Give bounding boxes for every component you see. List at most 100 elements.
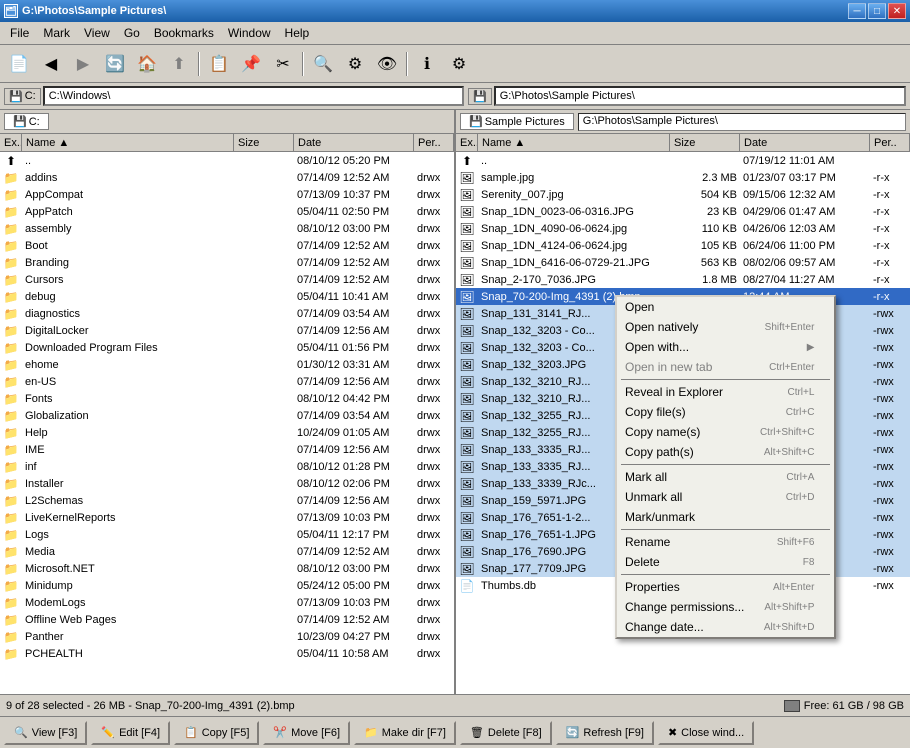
left-file-row[interactable]: 📁 Downloaded Program Files 05/04/11 01:5… xyxy=(0,339,454,356)
right-drive-label[interactable]: 💾 xyxy=(468,88,492,105)
right-file-row[interactable]: 🖼 Snap_1DN_6416-06-0729-21.JPG 563 KB 08… xyxy=(456,254,910,271)
context-menu-item-mark-unmark[interactable]: Mark/unmark xyxy=(617,507,834,527)
left-file-row[interactable]: 📁 Fonts 08/10/12 04:42 PM drwx xyxy=(0,390,454,407)
left-file-row[interactable]: 📁 Boot 07/14/09 12:52 AM drwx xyxy=(0,237,454,254)
left-file-row[interactable]: 📁 DigitalLocker 07/14/09 12:56 AM drwx xyxy=(0,322,454,339)
right-file-row[interactable]: 🖼 Serenity_007.jpg 504 KB 09/15/06 12:32… xyxy=(456,186,910,203)
bottom-btn-copy--f5-[interactable]: 📋Copy [F5] xyxy=(174,721,259,745)
left-file-row[interactable]: 📁 IME 07/14/09 12:56 AM drwx xyxy=(0,441,454,458)
right-header-ex[interactable]: Ex.. xyxy=(456,134,478,151)
left-file-row[interactable]: 📁 Help 10/24/09 01:05 AM drwx xyxy=(0,424,454,441)
toolbar-copy-button[interactable]: 📋 xyxy=(204,50,234,78)
left-file-row[interactable]: 📁 debug 05/04/11 10:41 AM drwx xyxy=(0,288,454,305)
menu-item-help[interactable]: Help xyxy=(279,24,316,42)
toolbar-cut-button[interactable]: ✂ xyxy=(268,50,298,78)
menu-item-file[interactable]: File xyxy=(4,24,35,42)
left-file-row[interactable]: 📁 Media 07/14/09 12:52 AM drwx xyxy=(0,543,454,560)
left-file-row[interactable]: 📁 Branding 07/14/09 12:52 AM drwx xyxy=(0,254,454,271)
left-file-row[interactable]: 📁 AppCompat 07/13/09 10:37 PM drwx xyxy=(0,186,454,203)
right-file-row[interactable]: 🖼 Snap_2-170_7036.JPG 1.8 MB 08/27/04 11… xyxy=(456,271,910,288)
left-file-row[interactable]: 📁 assembly 08/10/12 03:00 PM drwx xyxy=(0,220,454,237)
left-header-date[interactable]: Date xyxy=(294,134,414,151)
right-header-name[interactable]: Name ▲ xyxy=(478,134,670,151)
left-header-name[interactable]: Name ▲ xyxy=(22,134,234,151)
toolbar-paste-button[interactable]: 📌 xyxy=(236,50,266,78)
context-menu-item-unmark-all[interactable]: Unmark all Ctrl+D xyxy=(617,487,834,507)
menu-item-mark[interactable]: Mark xyxy=(37,24,76,42)
left-file-row[interactable]: 📁 ModemLogs 07/13/09 10:03 PM drwx xyxy=(0,594,454,611)
context-menu-item-reveal-in-explorer[interactable]: Reveal in Explorer Ctrl+L xyxy=(617,382,834,402)
right-file-row[interactable]: 🖼 Snap_1DN_4124-06-0624.jpg 105 KB 06/24… xyxy=(456,237,910,254)
context-menu-item-copy-path-s-[interactable]: Copy path(s) Alt+Shift+C xyxy=(617,442,834,462)
context-menu-item-open-natively[interactable]: Open natively Shift+Enter xyxy=(617,317,834,337)
close-button[interactable]: ✕ xyxy=(888,3,906,19)
left-file-list[interactable]: ⬆ .. 08/10/12 05:20 PM 📁 addins 07/14/09… xyxy=(0,152,454,694)
right-file-row[interactable]: 🖼 Snap_1DN_0023-06-0316.JPG 23 KB 04/29/… xyxy=(456,203,910,220)
right-header-per[interactable]: Per.. xyxy=(870,134,910,151)
left-file-row[interactable]: 📁 en-US 07/14/09 12:56 AM drwx xyxy=(0,373,454,390)
toolbar-info-button[interactable]: ℹ xyxy=(412,50,442,78)
context-menu-item-change-date---[interactable]: Change date... Alt+Shift+D xyxy=(617,617,834,637)
left-file-row[interactable]: 📁 Offline Web Pages 07/14/09 12:52 AM dr… xyxy=(0,611,454,628)
bottom-btn-refresh--f9-[interactable]: 🔄Refresh [F9] xyxy=(556,721,654,745)
left-file-row[interactable]: 📁 LiveKernelReports 07/13/09 10:03 PM dr… xyxy=(0,509,454,526)
left-file-row[interactable]: 📁 Cursors 07/14/09 12:52 AM drwx xyxy=(0,271,454,288)
toolbar-refresh-button[interactable]: 🔄 xyxy=(100,50,130,78)
left-header-ex[interactable]: Ex.. xyxy=(0,134,22,151)
context-menu-item-properties[interactable]: Properties Alt+Enter xyxy=(617,577,834,597)
menu-item-bookmarks[interactable]: Bookmarks xyxy=(148,24,220,42)
toolbar-up-button[interactable]: ⬆ xyxy=(164,50,194,78)
bottom-btn-make-dir--f7-[interactable]: 📁Make dir [F7] xyxy=(354,721,456,745)
minimize-button[interactable]: ─ xyxy=(848,3,866,19)
left-file-row[interactable]: 📁 L2Schemas 07/14/09 12:56 AM drwx xyxy=(0,492,454,509)
left-file-row[interactable]: ⬆ .. 08/10/12 05:20 PM xyxy=(0,152,454,169)
toolbar-home-button[interactable]: 🏠 xyxy=(132,50,162,78)
context-menu-item-change-permissions---[interactable]: Change permissions... Alt+Shift+P xyxy=(617,597,834,617)
bottom-btn-delete--f8-[interactable]: 🗑Delete [F8] xyxy=(460,721,552,745)
bottom-btn-edit--f4-[interactable]: ✏️Edit [F4] xyxy=(91,721,170,745)
right-file-row[interactable]: 🖼 sample.jpg 2.3 MB 01/23/07 03:17 PM -r… xyxy=(456,169,910,186)
bottom-btn-view--f3-[interactable]: 🔍View [F3] xyxy=(4,721,87,745)
left-file-row[interactable]: 📁 ehome 01/30/12 03:31 AM drwx xyxy=(0,356,454,373)
left-drive-label[interactable]: 💾 C: xyxy=(4,88,41,105)
left-file-row[interactable]: 📁 Minidump 05/24/12 05:00 PM drwx xyxy=(0,577,454,594)
right-header-date[interactable]: Date xyxy=(740,134,870,151)
right-path-input[interactable] xyxy=(494,86,906,106)
menu-item-view[interactable]: View xyxy=(78,24,116,42)
left-header-per[interactable]: Per.. xyxy=(414,134,454,151)
context-menu-item-open[interactable]: Open xyxy=(617,297,834,317)
left-file-row[interactable]: 📁 Panther 10/23/09 04:27 PM drwx xyxy=(0,628,454,645)
left-file-row[interactable]: 📁 Microsoft.NET 08/10/12 03:00 PM drwx xyxy=(0,560,454,577)
right-header-size[interactable]: Size xyxy=(670,134,740,151)
context-menu-item-copy-name-s-[interactable]: Copy name(s) Ctrl+Shift+C xyxy=(617,422,834,442)
context-menu-item-rename[interactable]: Rename Shift+F6 xyxy=(617,532,834,552)
context-menu-item-open-with---[interactable]: Open with... ▶ xyxy=(617,337,834,357)
toolbar-view-button[interactable]: 👁 xyxy=(372,50,402,78)
menu-item-window[interactable]: Window xyxy=(222,24,277,42)
left-path-input[interactable] xyxy=(43,86,464,106)
maximize-button[interactable]: □ xyxy=(868,3,886,19)
left-file-row[interactable]: 📁 PCHEALTH 05/04/11 10:58 AM drwx xyxy=(0,645,454,662)
context-menu-item-copy-file-s-[interactable]: Copy file(s) Ctrl+C xyxy=(617,402,834,422)
left-file-row[interactable]: 📁 addins 07/14/09 12:52 AM drwx xyxy=(0,169,454,186)
menu-item-go[interactable]: Go xyxy=(118,24,146,42)
toolbar-search-button[interactable]: 🔍 xyxy=(308,50,338,78)
left-file-row[interactable]: 📁 Logs 05/04/11 12:17 PM drwx xyxy=(0,526,454,543)
left-file-row[interactable]: 📁 AppPatch 05/04/11 02:50 PM drwx xyxy=(0,203,454,220)
right-tab-item[interactable]: 💾 Sample Pictures xyxy=(460,113,574,130)
toolbar-forward-button[interactable]: ▶ xyxy=(68,50,98,78)
left-file-row[interactable]: 📁 inf 08/10/12 01:28 PM drwx xyxy=(0,458,454,475)
toolbar-gear-button[interactable]: ⚙ xyxy=(444,50,474,78)
left-file-row[interactable]: 📁 diagnostics 07/14/09 03:54 AM drwx xyxy=(0,305,454,322)
toolbar-back-button[interactable]: ◀ xyxy=(36,50,66,78)
left-file-row[interactable]: 📁 Globalization 07/14/09 03:54 AM drwx xyxy=(0,407,454,424)
toolbar-settings-button[interactable]: ⚙ xyxy=(340,50,370,78)
bottom-btn-move--f6-[interactable]: ✂️Move [F6] xyxy=(263,721,350,745)
toolbar-new-button[interactable]: 📄 xyxy=(4,50,34,78)
right-file-row[interactable]: ⬆ .. 07/19/12 11:01 AM xyxy=(456,152,910,169)
bottom-btn-close-wind---[interactable]: ✖Close wind... xyxy=(658,721,754,745)
right-file-row[interactable]: 🖼 Snap_1DN_4090-06-0624.jpg 110 KB 04/26… xyxy=(456,220,910,237)
left-tab-item[interactable]: 💾 C: xyxy=(4,113,49,130)
left-header-size[interactable]: Size xyxy=(234,134,294,151)
left-file-row[interactable]: 📁 Installer 08/10/12 02:06 PM drwx xyxy=(0,475,454,492)
